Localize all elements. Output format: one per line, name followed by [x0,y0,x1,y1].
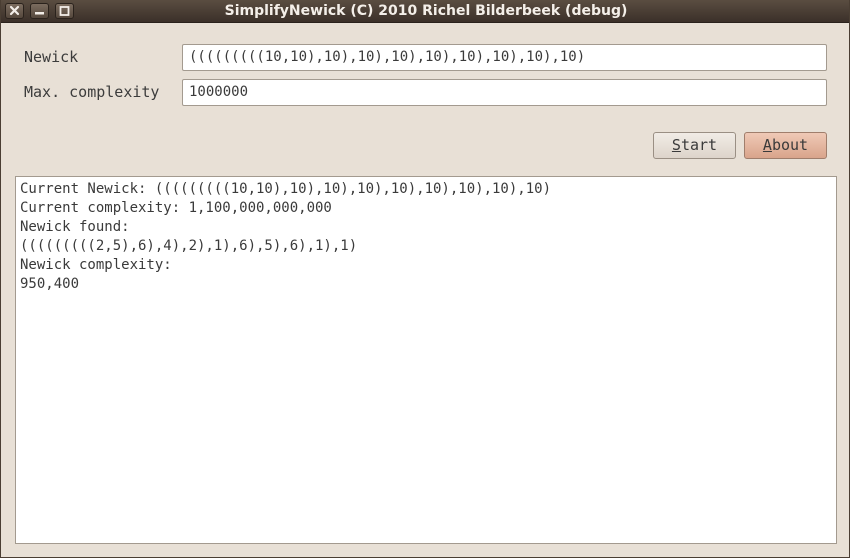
start-mnemonic: S [671,136,681,154]
output-line-newick-found-label: Newick found: [20,219,130,235]
start-button[interactable]: Start [653,132,736,159]
max-complexity-input[interactable]: 1000000 [182,79,827,106]
newick-input[interactable]: (((((((((10,10),10),10),10),10),10),10),… [182,44,827,71]
title-bar[interactable]: SimplifyNewick (C) 2010 Richel Bilderbee… [1,0,849,23]
output-text-area[interactable]: Current Newick: (((((((((10,10),10),10),… [15,176,837,544]
start-label: tart [680,136,718,154]
application-window: SimplifyNewick (C) 2010 Richel Bilderbee… [0,0,850,558]
output-line-current-newick: Current Newick: (((((((((10,10),10),10),… [20,181,552,197]
about-label: bout [771,136,809,154]
output-line-newick-complexity-value: 950,400 [20,276,80,292]
about-mnemonic: A [762,136,772,154]
about-button[interactable]: About [744,132,827,159]
output-line-newick-complexity-label: Newick complexity: [20,257,172,273]
output-line-current-complexity: Current complexity: 1,100,000,000,000 [20,200,332,216]
max-complexity-label: Max. complexity [24,83,160,101]
window-title: SimplifyNewick (C) 2010 Richel Bilderbee… [224,3,628,19]
output-line-newick-found-value: (((((((((2,5),6),4),2),1),6),5),6),1),1) [20,238,358,254]
newick-label: Newick [24,48,79,66]
